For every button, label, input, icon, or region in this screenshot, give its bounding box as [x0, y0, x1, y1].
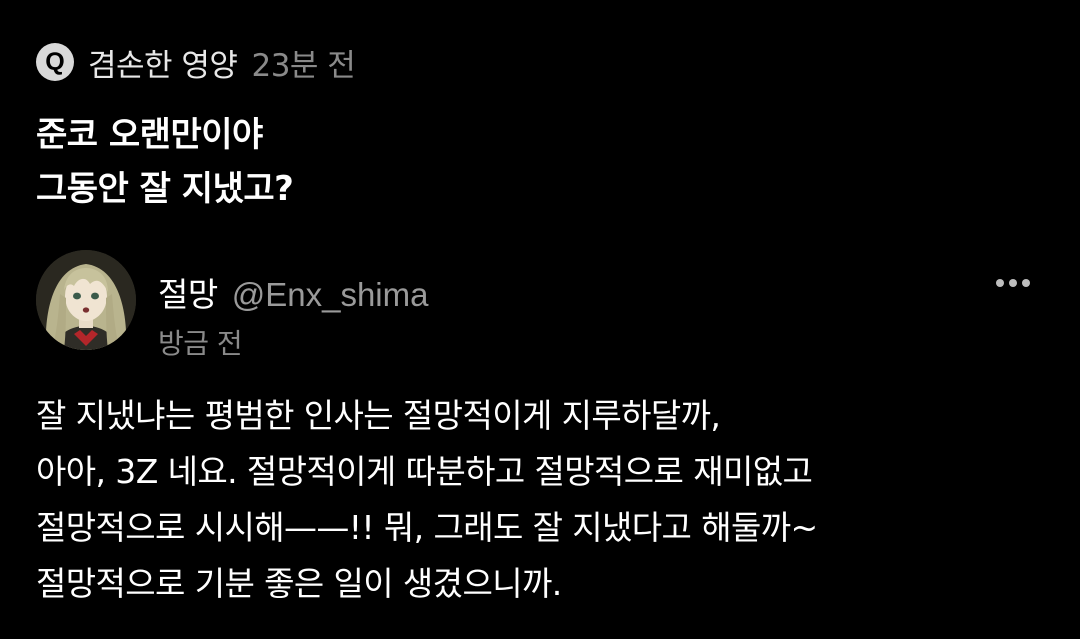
- question-line: 준코 오랜만이야: [36, 115, 263, 155]
- answer-text: 잘 지냈냐는 평범한 인사는 절망적이게 지루하달까, 아아, 3Z 네요. 절…: [36, 388, 1056, 612]
- question-text: 준코 오랜만이야 그동안 잘 지냈고?: [36, 108, 1036, 216]
- more-horizontal-icon: [1022, 279, 1030, 287]
- avatar[interactable]: [36, 250, 136, 350]
- answer-line: 절망적으로 기분 좋은 일이 생겼으니까.: [36, 564, 562, 603]
- more-horizontal-icon: [996, 279, 1004, 287]
- answer-author-meta: 절망 @Enx_shima 방금 전: [158, 268, 428, 362]
- answer-line: 잘 지냈냐는 평범한 인사는 절망적이게 지루하달까,: [36, 396, 721, 435]
- question-author[interactable]: 겸손한 영양: [88, 40, 238, 85]
- more-options-button[interactable]: [986, 268, 1040, 298]
- answer-author-name[interactable]: 절망: [158, 268, 218, 316]
- answer-line: 절망적으로 시시해——!! 뭐, 그래도 잘 지냈다고 해둘까~: [36, 508, 818, 547]
- answer-timestamp: 방금 전: [158, 327, 243, 360]
- answer-author-handle[interactable]: @Enx_shima: [232, 276, 429, 314]
- question-badge-icon: Q: [36, 43, 74, 81]
- question-header: Q 겸손한 영양 23분 전: [36, 40, 356, 85]
- answer-name-line: 절망 @Enx_shima: [158, 268, 428, 316]
- avatar-image: [36, 250, 136, 350]
- question-timestamp: 23분 전: [251, 47, 356, 84]
- question-line: 그동안 잘 지냈고?: [36, 169, 294, 209]
- answer-line: 아아, 3Z 네요. 절망적이게 따분하고 절망적으로 재미없고: [36, 452, 813, 491]
- more-horizontal-icon: [1009, 279, 1017, 287]
